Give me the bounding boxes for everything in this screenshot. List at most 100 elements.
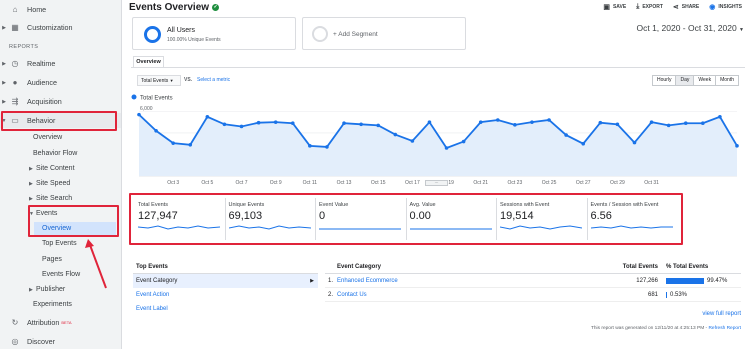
x-tick-label: Oct 31 xyxy=(644,180,659,185)
discover-icon: ◎ xyxy=(11,337,19,346)
sidebar-item-realtime[interactable]: ▶ ◷ Realtime xyxy=(0,56,121,71)
scorecard[interactable]: Event Value 0 xyxy=(316,198,407,240)
segment-name: All Users xyxy=(167,27,196,34)
save-button[interactable]: ▣ SAVE xyxy=(603,3,626,11)
percent-bar xyxy=(666,277,704,284)
top-events-event-label[interactable]: Event Label xyxy=(133,302,318,316)
row-link[interactable]: Enhanced Ecommerce xyxy=(337,278,545,284)
events-flow-link[interactable]: Events Flow xyxy=(42,268,80,281)
sidebar-item-acquisition[interactable]: ▶ ⇶ Acquisition xyxy=(0,94,121,109)
x-tick-label: Oct 17 xyxy=(405,180,420,185)
scorecard[interactable]: Avg. Value 0.00 xyxy=(407,198,497,240)
data-point xyxy=(154,128,158,133)
beta-badge: BETA xyxy=(61,320,72,325)
insights-button[interactable]: ◉ INSIGHTS xyxy=(709,3,742,11)
data-point xyxy=(376,123,380,128)
pages-link[interactable]: Pages xyxy=(42,253,62,266)
x-tick-label: Oct 23 xyxy=(508,180,523,185)
week-button[interactable]: Week xyxy=(693,75,717,86)
day-button[interactable]: Day xyxy=(675,75,695,86)
behavior-overview-link[interactable]: Overview xyxy=(33,131,62,144)
toolbar: ▣ SAVE ⤓ EXPORT ⋖ SHARE ◉ INSIGHTS xyxy=(603,3,742,11)
data-point xyxy=(496,118,500,122)
data-point xyxy=(410,139,415,143)
data-point xyxy=(649,120,654,124)
table-row: 2. Contact Us 681 0.53% xyxy=(325,288,741,302)
data-point xyxy=(513,123,517,127)
sparkline xyxy=(319,228,401,230)
expand-arrow-icon: ▶ xyxy=(29,286,33,293)
segment-all-users[interactable]: All Users 100.00% Unique Events xyxy=(132,17,296,50)
behavior-highlight-box xyxy=(1,111,117,131)
x-tick-label: Oct 27 xyxy=(576,180,591,185)
table-header: Event Category Total Events % Total Even… xyxy=(325,264,741,274)
site-search-item[interactable]: ▶ Site Search xyxy=(29,192,72,205)
data-point xyxy=(205,114,210,119)
x-tick-label: Oct 3 xyxy=(167,180,179,185)
publisher-item[interactable]: ▶ Publisher xyxy=(29,283,65,296)
x-tick-label: Oct 13 xyxy=(337,180,352,185)
scorecard[interactable]: Total Events 127,947 xyxy=(135,198,226,240)
row-link[interactable]: Contact Us xyxy=(337,292,545,298)
sidebar-item-attribution[interactable]: ↻ Attribution BETA xyxy=(0,315,121,330)
site-speed-item[interactable]: ▶ Site Speed xyxy=(29,177,70,190)
legend-label: Total Events xyxy=(140,96,173,102)
export-button[interactable]: ⤓ EXPORT xyxy=(636,3,663,11)
behavior-flow-link[interactable]: Behavior Flow xyxy=(33,147,77,160)
expand-arrow-icon: ▶ xyxy=(2,79,6,86)
x-tick-label: Oct 29 xyxy=(610,180,625,185)
data-point xyxy=(564,133,568,137)
clock-icon: ◷ xyxy=(11,59,19,68)
data-point xyxy=(359,122,363,127)
data-point xyxy=(547,118,551,122)
sidebar-item-home[interactable]: ⌂ Home xyxy=(0,2,121,17)
data-point xyxy=(581,141,586,146)
data-point xyxy=(615,122,620,127)
sidebar-item-audience[interactable]: ▶ ● Audience xyxy=(0,75,121,90)
vs-label: VS. xyxy=(184,77,193,83)
site-content-item[interactable]: ▶ Site Content xyxy=(29,162,75,175)
experiments-link[interactable]: Experiments xyxy=(33,298,72,311)
share-icon: ⋖ xyxy=(672,4,679,11)
select-metric-link[interactable]: Select a metric xyxy=(197,77,230,83)
scorecard[interactable]: Sessions with Event 19,514 xyxy=(497,198,588,240)
expand-arrow-icon: ▶ xyxy=(29,180,33,187)
area-fill xyxy=(139,114,737,176)
data-point xyxy=(632,140,637,145)
chart-resize-handle[interactable]: ⋯ xyxy=(425,180,448,186)
data-point xyxy=(683,121,688,126)
top-events-link[interactable]: Top Events xyxy=(42,237,77,250)
event-category-table: Event Category Total Events % Total Even… xyxy=(325,264,741,317)
top-events-panel: Top Events Event Category ▶ Event Action … xyxy=(133,264,318,316)
sidebar-item-discover[interactable]: ◎ Discover xyxy=(0,334,121,349)
granularity-buttons: Hourly Day Week Month xyxy=(652,75,739,86)
data-point xyxy=(701,121,705,126)
sidebar-item-customization[interactable]: ▶ ▦ Customization xyxy=(0,20,121,35)
top-events-event-action[interactable]: Event Action xyxy=(133,288,318,302)
data-point xyxy=(530,120,534,124)
refresh-report-link[interactable]: Refresh Report xyxy=(708,326,741,331)
view-full-report-link[interactable]: view full report xyxy=(325,311,741,317)
top-events-event-category[interactable]: Event Category ▶ xyxy=(133,274,318,288)
date-range-picker[interactable]: Oct 1, 2020 - Oct 31, 2020 ▼ xyxy=(637,23,745,33)
data-point xyxy=(461,139,466,144)
metric-select[interactable]: Total Events ▼ xyxy=(137,75,181,86)
scorecard[interactable]: Unique Events 69,103 xyxy=(226,198,316,240)
expand-arrow-icon: ▶ xyxy=(29,165,33,172)
main-content: Events Overview ✓ ▣ SAVE ⤓ EXPORT ⋖ SHARE ◉ I… xyxy=(123,0,750,349)
data-point xyxy=(718,114,722,119)
share-button[interactable]: ⋖ SHARE xyxy=(673,3,699,11)
expand-arrow-icon: ▶ xyxy=(2,98,6,105)
tab-divider xyxy=(131,67,745,68)
sidebar: ⌂ Home ▶ ▦ Customization REPORTS ▶ ◷ Realtime… xyxy=(0,0,122,349)
percent-bar xyxy=(666,291,667,298)
hourly-button[interactable]: Hourly xyxy=(652,75,677,86)
add-segment-button[interactable]: + Add Segment xyxy=(302,17,466,50)
data-point xyxy=(427,120,432,124)
x-tick-label: Oct 21 xyxy=(473,180,488,185)
scorecard[interactable]: Events / Session with Event 6.56 xyxy=(588,198,678,240)
line-chart: Total Events6,0004,0002,000Oct 3Oct 5Oct… xyxy=(131,92,745,186)
x-tick-label: Oct 15 xyxy=(371,180,386,185)
month-button[interactable]: Month xyxy=(715,75,739,86)
sparkline xyxy=(500,225,582,230)
